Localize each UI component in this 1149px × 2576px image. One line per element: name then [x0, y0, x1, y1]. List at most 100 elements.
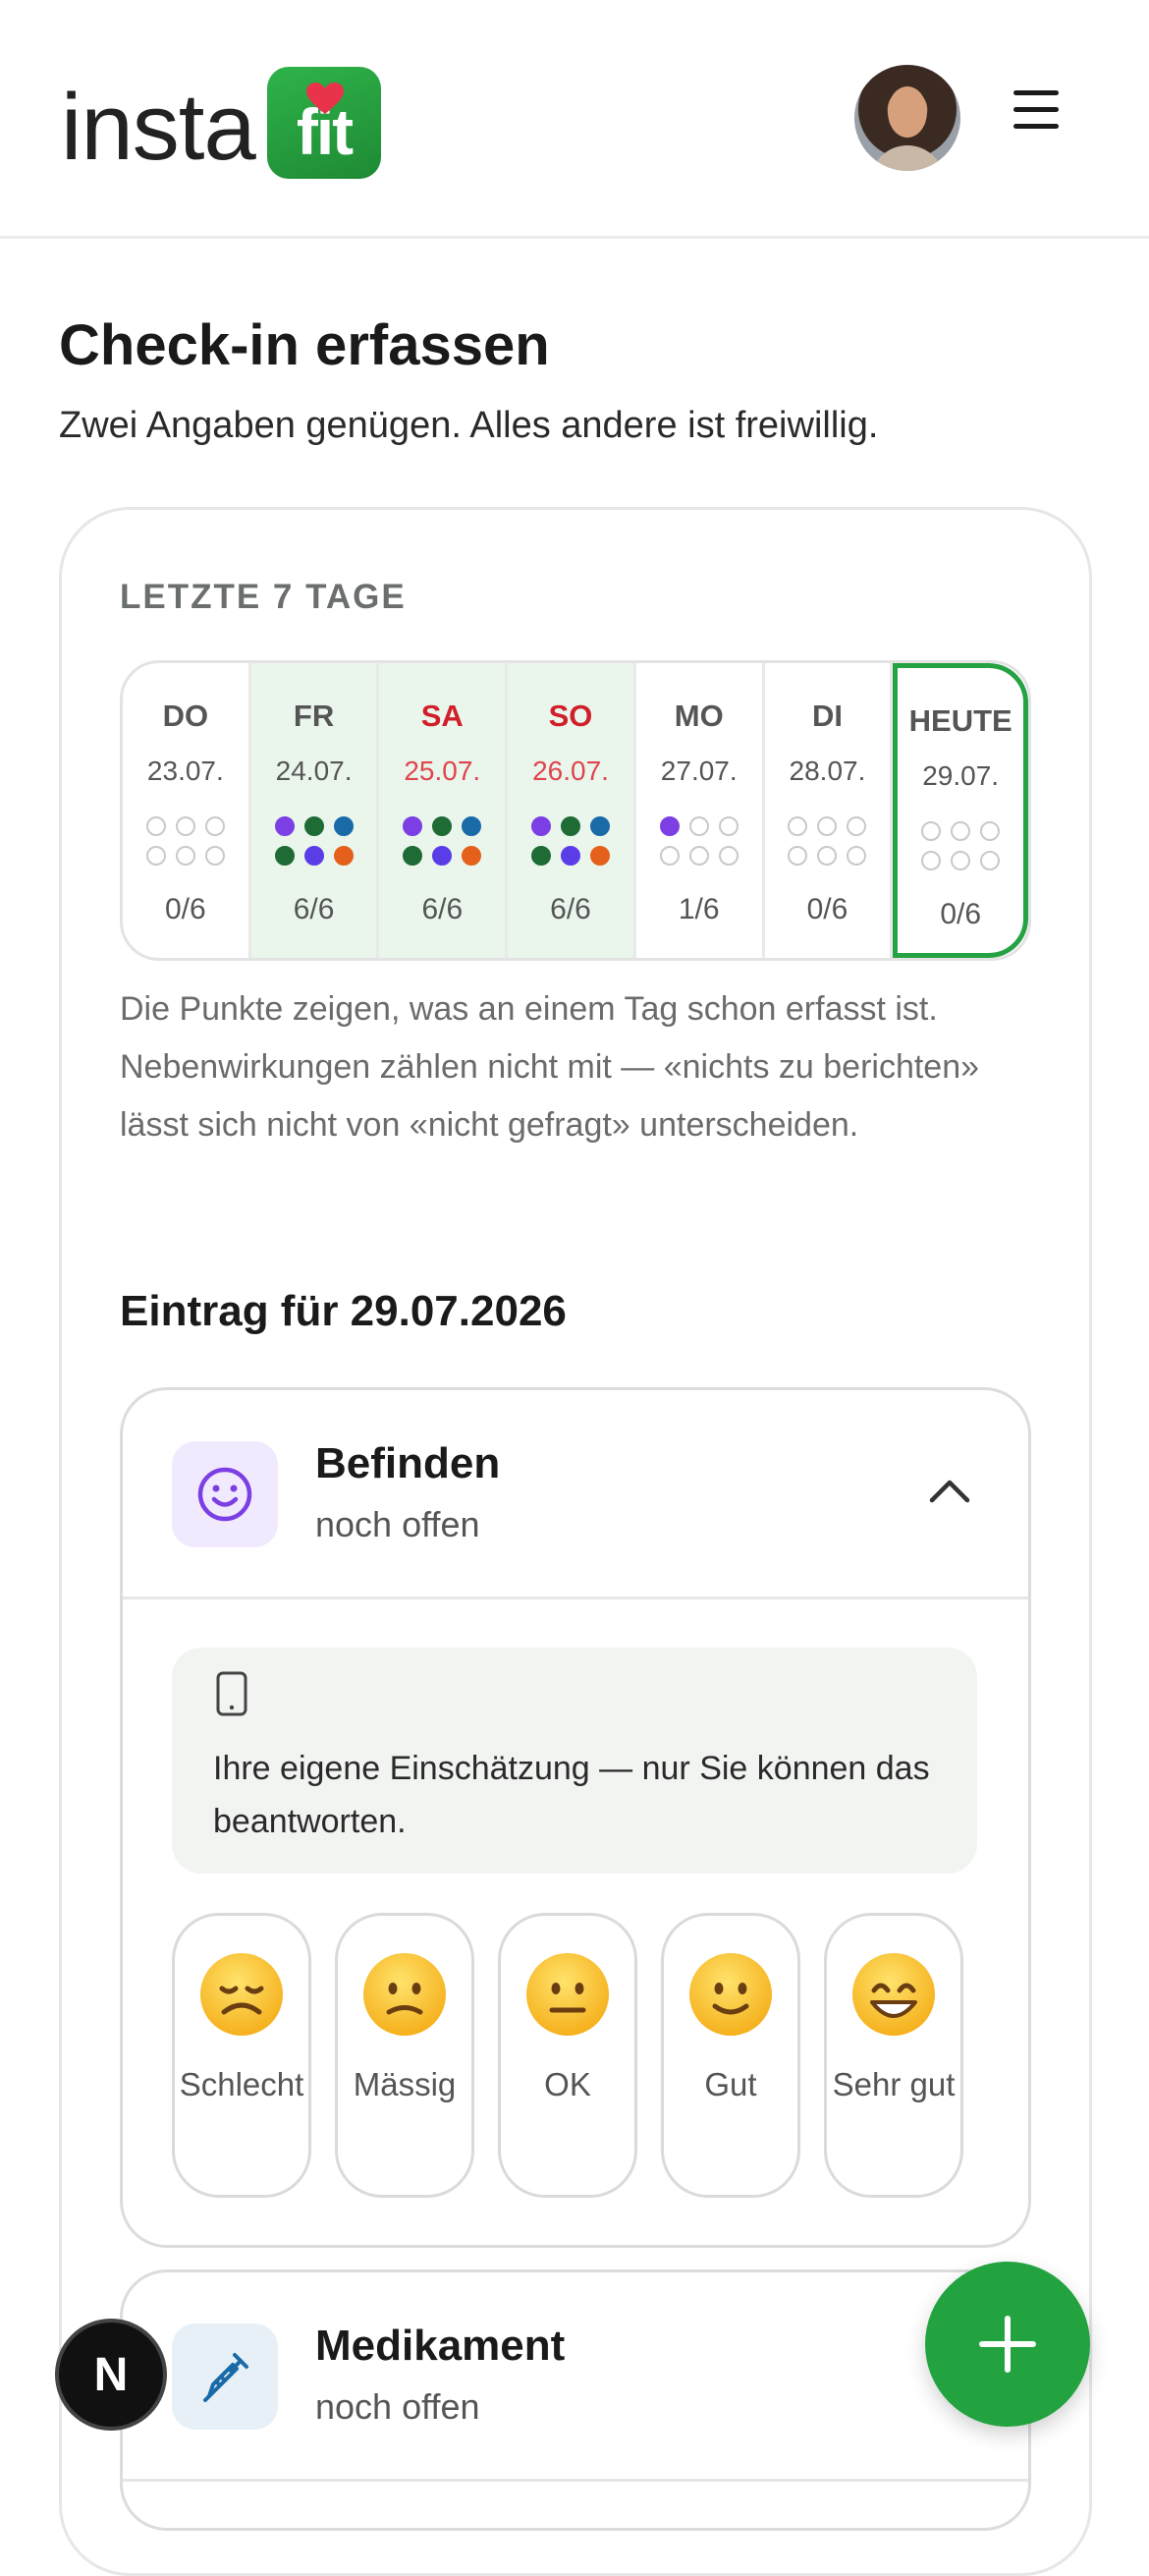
mood-emoji — [850, 1951, 937, 2043]
day-column[interactable]: MO 27.07. 1/6 — [636, 663, 765, 958]
status-dot-filled — [462, 816, 482, 836]
mood-option[interactable]: Sehr gut — [824, 1913, 963, 2198]
mood-label: Sehr gut — [832, 2066, 956, 2102]
status-dot-filled — [561, 846, 581, 866]
day-dots — [636, 816, 762, 866]
day-date: 25.07. — [404, 756, 481, 786]
day-name: SA — [420, 699, 464, 733]
status-dot-empty — [980, 821, 1001, 841]
heart-icon — [306, 83, 344, 114]
phone-icon — [216, 1671, 247, 1716]
day-dots — [508, 816, 633, 866]
status-dot-empty — [788, 816, 808, 836]
day-name: DI — [811, 699, 843, 733]
status-dot-filled — [531, 846, 552, 866]
day-count: 0/6 — [940, 898, 982, 930]
history-note: Die Punkte zeigen, was an einem Tag scho… — [120, 990, 980, 1144]
logo-wordmark: insta — [61, 75, 256, 180]
mood-label: Mässig — [353, 2066, 457, 2102]
status-dot-empty — [145, 846, 166, 866]
plus-icon — [979, 2316, 1036, 2373]
day-dots — [251, 816, 377, 866]
add-entry-button[interactable] — [925, 2262, 1090, 2427]
logo-badge: fit — [267, 67, 381, 179]
mood-options: Schlecht Mässig OK Gut Sehr gut — [172, 1913, 981, 2198]
day-name: SO — [548, 699, 593, 733]
day-count: 6/6 — [293, 893, 335, 925]
mood-option[interactable]: OK — [498, 1913, 637, 2198]
day-today[interactable]: HEUTE 29.07. 0/6 — [893, 663, 1028, 958]
status-dot-filled — [590, 816, 611, 836]
syringe-icon — [172, 2324, 278, 2430]
status-dot-empty — [817, 816, 838, 836]
status-dot-empty — [921, 821, 942, 841]
medication-section: Medikament noch offen — [120, 2269, 1031, 2531]
mood-label: OK — [544, 2066, 591, 2102]
status-dot-filled — [274, 846, 295, 866]
status-dot-filled — [303, 846, 324, 866]
status-dot-filled — [432, 816, 453, 836]
status-dot-filled — [659, 816, 680, 836]
medication-status: noch offen — [315, 2386, 480, 2427]
status-dot-empty — [980, 851, 1001, 870]
day-count: 6/6 — [550, 893, 591, 925]
day-dots — [123, 816, 248, 866]
wellbeing-status: noch offen — [315, 1504, 480, 1544]
status-dot-empty — [951, 851, 971, 870]
mood-option[interactable]: Gut — [661, 1913, 800, 2198]
status-dot-filled — [590, 846, 611, 866]
day-name: FR — [293, 699, 335, 733]
mood-emoji — [198, 1951, 285, 2043]
status-dot-empty — [688, 816, 709, 836]
status-dot-filled — [333, 846, 354, 866]
avatar[interactable] — [854, 65, 960, 171]
day-column[interactable]: SO 26.07. 6/6 — [508, 663, 636, 958]
day-count: 1/6 — [678, 893, 720, 925]
hamburger-menu-icon[interactable] — [1010, 90, 1063, 143]
status-dot-empty — [718, 846, 739, 866]
status-dot-empty — [718, 816, 739, 836]
mood-emoji — [524, 1951, 611, 2043]
history-label: LETZTE 7 TAGE — [120, 578, 407, 616]
week-strip: DO 23.07. 0/6 FR 24.07. 6/6 SA 25.07. 6/6 SO 26.07… — [120, 660, 1031, 961]
status-dot-filled — [333, 816, 354, 836]
status-dot-empty — [951, 821, 971, 841]
day-count: 0/6 — [806, 893, 848, 925]
day-date: 28.07. — [789, 756, 866, 786]
day-column[interactable]: SA 25.07. 6/6 — [379, 663, 509, 958]
day-column[interactable]: FR 24.07. 6/6 — [250, 663, 380, 958]
wellbeing-section: Befinden noch offen Ihre eigene Einschät… — [120, 1387, 1031, 2248]
mood-emoji — [361, 1951, 448, 2043]
status-dot-empty — [817, 846, 838, 866]
day-date: 27.07. — [660, 756, 738, 786]
day-dots — [765, 816, 891, 866]
medication-title: Medikament — [315, 2322, 566, 2370]
instafit-logo[interactable]: insta fit — [61, 67, 381, 181]
wellbeing-info: Ihre eigene Einschätzung — nur Sie könne… — [172, 1648, 977, 1874]
mood-option[interactable]: Schlecht — [172, 1913, 311, 2198]
wellbeing-header[interactable]: Befinden noch offen — [123, 1390, 1028, 1599]
day-column[interactable]: DI 28.07. 0/6 — [765, 663, 894, 958]
status-dot-empty — [788, 846, 808, 866]
day-date: 23.07. — [146, 756, 224, 786]
mood-option[interactable]: Mässig — [335, 1913, 474, 2198]
mood-label: Schlecht — [179, 2066, 304, 2102]
status-dot-empty — [847, 846, 867, 866]
medication-header[interactable]: Medikament noch offen — [123, 2272, 1028, 2482]
status-dot-empty — [659, 846, 680, 866]
day-dots — [898, 821, 1023, 870]
entry-title: Eintrag für 29.07.2026 — [120, 1287, 567, 1335]
status-dot-empty — [145, 816, 166, 836]
day-column[interactable]: DO 23.07. 0/6 — [123, 663, 251, 958]
day-count: 0/6 — [165, 893, 206, 925]
status-dot-empty — [175, 846, 195, 866]
status-dot-empty — [921, 851, 942, 870]
chevron-up-icon[interactable] — [928, 1469, 971, 1512]
status-dot-empty — [847, 816, 867, 836]
dev-badge[interactable]: N — [55, 2319, 167, 2431]
app-header: insta fit — [0, 0, 1149, 239]
wellbeing-info-text: Ihre eigene Einschätzung — nur Sie könne… — [213, 1750, 930, 1840]
day-date: 24.07. — [275, 756, 353, 786]
status-dot-filled — [462, 846, 482, 866]
page-title: Check-in erfassen — [59, 313, 550, 377]
